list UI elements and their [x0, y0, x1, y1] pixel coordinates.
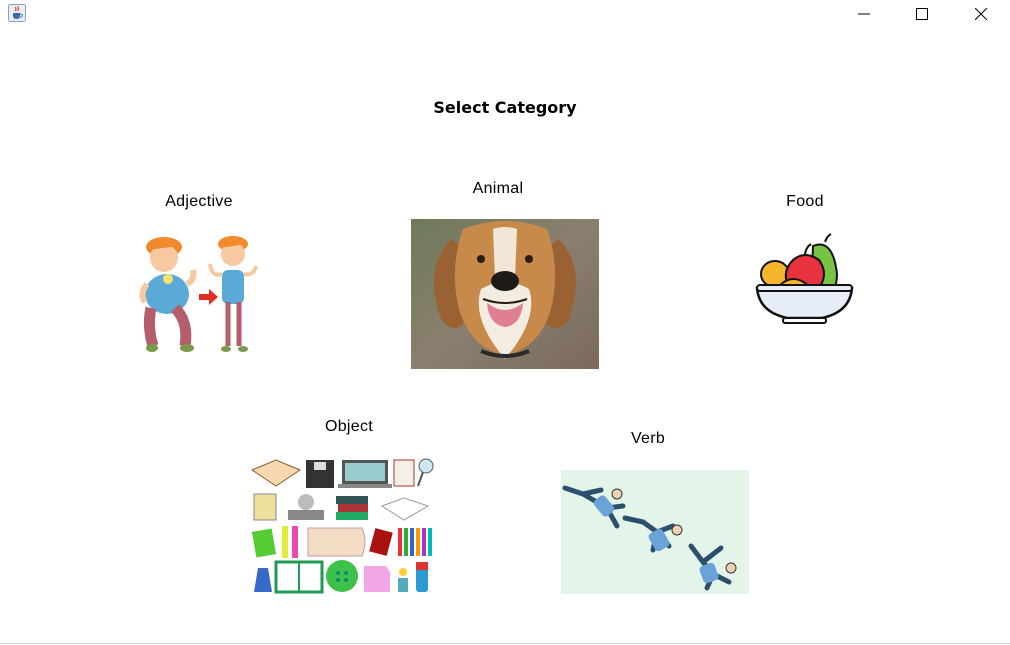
- java-cup-icon[interactable]: [8, 4, 26, 22]
- page-title: Select Category: [433, 98, 577, 117]
- fat-to-thin-boy-illustration[interactable]: [135, 232, 261, 356]
- falling-man-sequence[interactable]: [561, 470, 749, 594]
- stationery-objects-collage[interactable]: [248, 456, 436, 596]
- title-bar: [0, 0, 1010, 28]
- minimize-button[interactable]: [835, 0, 893, 28]
- category-label: Object: [324, 418, 374, 435]
- category-label: Verb: [630, 430, 666, 447]
- window-bottom-border: [0, 643, 1010, 644]
- maximize-button[interactable]: [893, 0, 951, 28]
- close-icon: [975, 8, 987, 20]
- category-label: Food: [786, 193, 824, 210]
- fruit-bowl-icon[interactable]: [753, 232, 856, 324]
- close-button[interactable]: [952, 0, 1010, 28]
- maximize-icon: [916, 8, 928, 20]
- category-label: Animal: [472, 180, 524, 197]
- category-label: Adjective: [165, 193, 233, 210]
- minimize-icon: [858, 13, 870, 15]
- beagle-dog-photo[interactable]: [411, 219, 599, 369]
